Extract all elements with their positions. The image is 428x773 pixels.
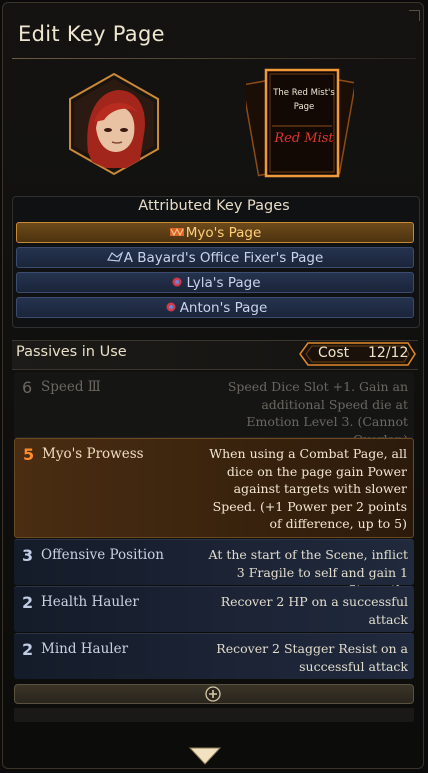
passive-cost: 6: [22, 378, 33, 397]
empty-passive-slot: [14, 708, 414, 722]
passive-name: Offensive Position: [41, 547, 164, 563]
passive-desc: Recover 2 Stagger Resist on a successful…: [216, 641, 408, 674]
passive-item[interactable]: 6 Speed Ⅲ Speed Dice Slot +1. Gain an ad…: [14, 372, 414, 447]
passive-cost: 3: [22, 546, 34, 565]
attributed-item-anton[interactable]: Anton's Page: [16, 297, 414, 318]
passive-name: Speed Ⅲ: [41, 379, 101, 395]
passive-item[interactable]: 3 Offensive Position At the start of the…: [14, 539, 414, 597]
passive-item[interactable]: 2 Health Hauler Recover 2 HP on a succes…: [14, 586, 414, 632]
myo-crest-icon: [169, 227, 184, 237]
passive-cost: 2: [22, 640, 34, 659]
passive-cost: 5: [23, 445, 35, 464]
bayard-crest-icon: [106, 251, 123, 262]
attributed-item-myo[interactable]: Myo's Page: [16, 222, 414, 243]
attributed-item-label: Lyla's Page: [186, 275, 261, 291]
passives-title: Passives in Use: [16, 344, 127, 360]
passive-name: Mind Hauler: [41, 641, 129, 657]
lyla-crest-icon: [172, 277, 182, 287]
passive-desc: When using a Combat Page, all dice on th…: [209, 446, 407, 531]
passive-name: Health Hauler: [41, 594, 139, 610]
corner-ornament: [409, 10, 420, 21]
passive-item[interactable]: 2 Mind Hauler Recover 2 Stagger Resist o…: [14, 633, 414, 679]
passive-item[interactable]: 5 Myo's Prowess When using a Combat Page…: [14, 438, 414, 538]
scroll-down-icon[interactable]: [188, 746, 222, 766]
passive-cost: 2: [22, 593, 34, 612]
attributed-item-lyla[interactable]: Lyla's Page: [16, 272, 414, 293]
window-title: Edit Key Page: [18, 22, 165, 46]
attributed-item-label: Myo's Page: [185, 225, 262, 241]
add-passive-icon[interactable]: [205, 686, 221, 702]
attributed-item-label: Anton's Page: [179, 300, 268, 316]
passive-desc: Recover 2 HP on a successful attack: [220, 594, 408, 627]
cost-label: Cost: [318, 345, 350, 361]
portrait-icon: [69, 72, 159, 176]
key-page-card-icon[interactable]: [246, 64, 354, 184]
key-page-name: The Red Mist's Page: [273, 88, 335, 112]
cost-value: 12/12: [368, 345, 409, 361]
attributed-title: Attributed Key Pages: [138, 198, 290, 214]
attributed-item-label: A Bayard's Office Fixer's Page: [123, 250, 324, 266]
attributed-item-bayard[interactable]: A Bayard's Office Fixer's Page: [16, 247, 414, 268]
anton-crest-icon: [166, 302, 176, 312]
passive-name: Myo's Prowess: [42, 446, 144, 462]
title-divider: [12, 58, 416, 59]
key-page-signature: Red Mist: [274, 131, 334, 146]
